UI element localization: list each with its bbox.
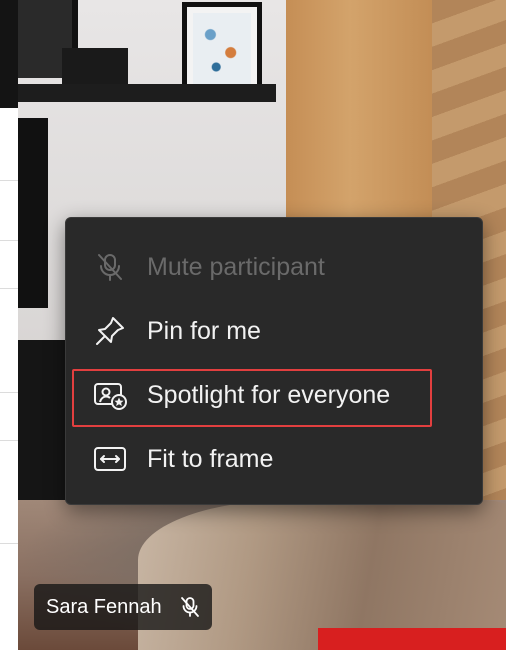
app-top-bar	[0, 0, 18, 108]
app-left-edge	[0, 0, 18, 650]
highlight-box	[72, 369, 432, 427]
video-picture-frame	[182, 2, 262, 96]
menu-item-label: Fit to frame	[147, 444, 274, 473]
menu-item-mute-participant[interactable]: Mute participant	[66, 239, 482, 295]
video-shelf	[18, 84, 276, 102]
divider	[0, 392, 18, 393]
mic-off-icon	[178, 595, 202, 619]
video-monitor	[18, 118, 48, 308]
pin-icon	[92, 313, 128, 349]
video-clothing	[318, 628, 506, 650]
menu-item-label: Mute participant	[147, 252, 325, 281]
divider	[0, 240, 18, 241]
divider	[0, 288, 18, 289]
divider	[0, 440, 18, 441]
participant-name-tag: Sara Fennah	[34, 584, 212, 630]
divider	[0, 180, 18, 181]
fit-to-frame-icon	[92, 441, 128, 477]
menu-item-label: Pin for me	[147, 316, 261, 345]
mic-off-icon	[92, 249, 128, 285]
participant-context-menu: Mute participant Pin for me Spotlight fo…	[65, 217, 483, 505]
menu-item-pin-for-me[interactable]: Pin for me	[66, 303, 482, 359]
menu-item-fit-to-frame[interactable]: Fit to frame	[66, 431, 482, 487]
participant-name: Sara Fennah	[46, 595, 162, 618]
video-shelf-object	[62, 48, 128, 86]
divider	[0, 543, 18, 544]
